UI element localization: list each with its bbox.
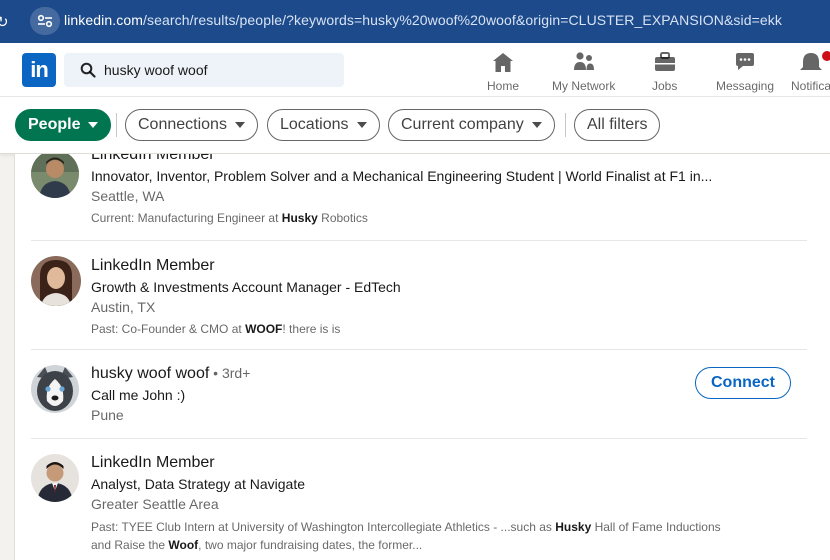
- connection-degree: • 3rd+: [209, 365, 251, 381]
- result-headline: Innovator, Inventor, Problem Solver and …: [91, 168, 713, 184]
- result-item[interactable]: husky woof woof • 3rd+ Call me John :) P…: [31, 350, 807, 439]
- result-summary: Past: Co-Founder & CMO at WOOF! there is…: [91, 322, 341, 336]
- site-settings-icon[interactable]: [30, 7, 60, 35]
- messaging-icon: [733, 49, 757, 73]
- nav-jobs[interactable]: Jobs: [652, 49, 677, 93]
- browser-url-bar: ↻ linkedin.com/search/results/people/?ke…: [0, 0, 830, 43]
- network-icon: [572, 49, 596, 73]
- result-item[interactable]: LinkedIn Member Growth & Investments Acc…: [31, 241, 807, 350]
- home-icon: [491, 49, 515, 73]
- caret-down-icon: [88, 122, 99, 128]
- search-box[interactable]: [64, 53, 344, 87]
- linkedin-logo[interactable]: in: [22, 53, 56, 87]
- reload-icon[interactable]: ↻: [0, 0, 12, 43]
- result-name[interactable]: LinkedIn Member: [91, 454, 215, 472]
- caret-down-icon: [531, 122, 542, 128]
- filter-divider: [565, 113, 566, 137]
- briefcase-icon: [653, 49, 677, 73]
- avatar[interactable]: [31, 454, 79, 502]
- connect-button[interactable]: Connect: [695, 367, 791, 399]
- caret-down-icon: [234, 122, 245, 128]
- filter-current-company[interactable]: Current company: [388, 109, 555, 141]
- search-results-list: LinkedIn Member Innovator, Inventor, Pro…: [14, 154, 830, 560]
- avatar[interactable]: [31, 154, 79, 198]
- result-location: Austin, TX: [91, 299, 156, 315]
- nav-messaging[interactable]: Messaging: [716, 49, 774, 93]
- search-icon: [80, 62, 96, 78]
- result-headline: Call me John :): [91, 387, 186, 403]
- filter-locations[interactable]: Locations: [267, 109, 380, 141]
- result-summary: Past: TYEE Club Intern at University of …: [91, 520, 721, 552]
- nav-home[interactable]: Home: [487, 49, 519, 93]
- bell-icon: [791, 49, 830, 73]
- result-name[interactable]: husky woof woof • 3rd+: [91, 365, 250, 383]
- caret-down-icon: [356, 122, 367, 128]
- filter-divider: [116, 113, 117, 137]
- linkedin-header: in Home My Network Jobs Messaging: [0, 43, 830, 97]
- search-filter-bar: People Connections Locations Current com…: [0, 97, 830, 154]
- filter-all-filters[interactable]: All filters: [574, 109, 661, 141]
- result-headline: Analyst, Data Strategy at Navigate: [91, 476, 305, 492]
- result-item[interactable]: LinkedIn Member Innovator, Inventor, Pro…: [31, 154, 807, 241]
- avatar[interactable]: [31, 256, 81, 306]
- result-summary: Current: Manufacturing Engineer at Husky…: [91, 211, 368, 225]
- result-location: Pune: [91, 407, 124, 423]
- result-headline: Growth & Investments Account Manager - E…: [91, 279, 401, 295]
- filter-connections[interactable]: Connections: [125, 109, 258, 141]
- filter-people[interactable]: People: [15, 109, 112, 141]
- address-field[interactable]: linkedin.com/search/results/people/?keyw…: [64, 12, 782, 28]
- result-name[interactable]: LinkedIn Member: [91, 154, 215, 164]
- result-name[interactable]: LinkedIn Member: [91, 257, 215, 275]
- result-item[interactable]: LinkedIn Member Analyst, Data Strategy a…: [31, 439, 807, 560]
- search-input[interactable]: [104, 62, 324, 78]
- nav-notifications[interactable]: Notifica: [791, 49, 830, 93]
- result-location: Greater Seattle Area: [91, 496, 219, 512]
- result-location: Seattle, WA: [91, 188, 165, 204]
- nav-my-network[interactable]: My Network: [552, 49, 615, 93]
- avatar[interactable]: [31, 365, 79, 413]
